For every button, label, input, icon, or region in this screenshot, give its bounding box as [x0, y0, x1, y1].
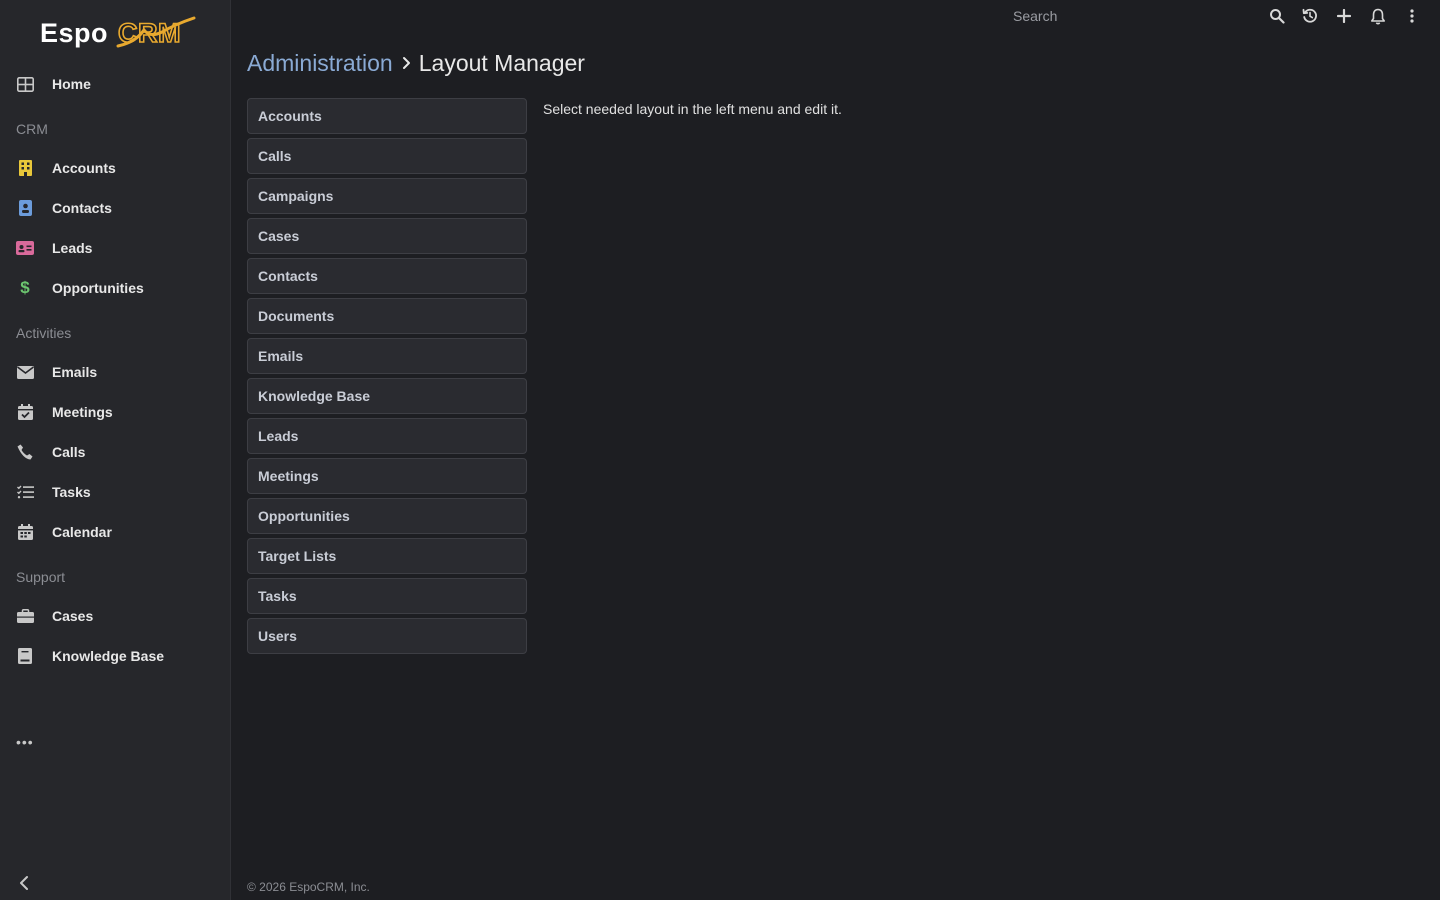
sidebar-item-emails[interactable]: Emails	[0, 354, 230, 390]
dollar-icon: $	[20, 278, 30, 297]
collapse-sidebar-icon[interactable]	[14, 872, 34, 894]
layout-item-documents[interactable]: Documents	[247, 298, 527, 334]
building-icon	[16, 159, 34, 177]
sidebar-item-tasks[interactable]: Tasks	[0, 474, 230, 510]
sidebar-item-label: Contacts	[52, 200, 112, 216]
layout-item-opportunities[interactable]: Opportunities	[247, 498, 527, 534]
layout-item-calls[interactable]: Calls	[247, 138, 527, 174]
logo-swoosh-icon	[116, 16, 196, 48]
layout-item-contacts[interactable]: Contacts	[247, 258, 527, 294]
breadcrumb-administration-link[interactable]: Administration	[247, 50, 393, 77]
layout-item-emails[interactable]: Emails	[247, 338, 527, 374]
nav-group-support: Support	[16, 569, 66, 585]
sidebar-item-cases[interactable]: Cases	[0, 598, 230, 634]
tasks-icon	[16, 483, 34, 501]
id-card-icon	[16, 239, 34, 257]
sidebar-item-accounts[interactable]: Accounts	[0, 150, 230, 186]
layout-item-tasks[interactable]: Tasks	[247, 578, 527, 614]
sidebar-item-label: Tasks	[52, 484, 91, 500]
search-icon[interactable]	[1267, 6, 1287, 26]
sidebar-item-calendar[interactable]: Calendar	[0, 514, 230, 550]
sidebar-item-meetings[interactable]: Meetings	[0, 394, 230, 430]
calendar-check-icon	[16, 403, 34, 421]
sidebar-item-opportunities[interactable]: $ Opportunities	[0, 270, 230, 306]
sidebar-item-label: Calls	[52, 444, 86, 460]
envelope-icon	[16, 363, 34, 381]
sidebar-item-label: Calendar	[52, 524, 112, 540]
nav-group-crm: CRM	[16, 121, 48, 137]
layout-hint-text: Select needed layout in the left menu an…	[543, 101, 842, 117]
sidebar-item-home[interactable]: Home	[0, 66, 230, 102]
footer-copyright: © 2026 EspoCRM, Inc.	[247, 880, 370, 894]
sidebar: Espo CRM Home CRM Accounts Contacts Lead…	[0, 0, 231, 900]
page-title: Layout Manager	[418, 49, 585, 76]
layout-item-meetings[interactable]: Meetings	[247, 458, 527, 494]
sidebar-item-label: Opportunities	[52, 280, 144, 296]
layout-item-target-lists[interactable]: Target Lists	[247, 538, 527, 574]
layout-item-campaigns[interactable]: Campaigns	[247, 178, 527, 214]
sidebar-item-label: Accounts	[52, 160, 116, 176]
sidebar-item-label: Leads	[52, 240, 93, 256]
sidebar-item-label: Emails	[52, 364, 98, 380]
book-icon	[16, 647, 34, 665]
sidebar-item-label: Meetings	[52, 404, 113, 420]
sidebar-item-label: Home	[52, 76, 91, 92]
sidebar-item-label: Cases	[52, 608, 94, 624]
espocrm-logo[interactable]: Espo CRM	[40, 14, 200, 54]
briefcase-icon	[16, 607, 34, 625]
home-grid-icon	[16, 75, 34, 93]
layout-item-users[interactable]: Users	[247, 618, 527, 654]
plus-icon[interactable]	[1334, 6, 1354, 26]
chevron-right-icon	[402, 56, 411, 70]
sidebar-item-label: Knowledge Base	[52, 648, 165, 664]
sidebar-item-leads[interactable]: Leads	[0, 230, 230, 266]
sidebar-item-contacts[interactable]: Contacts	[0, 190, 230, 226]
breadcrumb: Administration Layout Manager	[247, 48, 585, 78]
calendar-icon	[16, 523, 34, 541]
id-badge-icon	[16, 199, 34, 217]
more-menu-icon[interactable]: •••	[16, 734, 34, 750]
search-input[interactable]	[1003, 3, 1253, 29]
nav-group-activities: Activities	[16, 325, 72, 341]
layout-item-knowledge-base[interactable]: Knowledge Base	[247, 378, 527, 414]
sidebar-item-calls[interactable]: Calls	[0, 434, 230, 470]
layout-item-cases[interactable]: Cases	[247, 218, 527, 254]
layout-scope-list: Accounts Calls Campaigns Cases Contacts …	[247, 98, 527, 658]
phone-icon	[16, 443, 34, 461]
notifications-bell-icon[interactable]	[1368, 6, 1388, 26]
sidebar-item-knowledge-base[interactable]: Knowledge Base	[0, 638, 230, 674]
menu-kebab-icon[interactable]	[1402, 6, 1422, 26]
logo-text-espo: Espo	[40, 18, 109, 48]
layout-item-accounts[interactable]: Accounts	[247, 98, 527, 134]
history-icon[interactable]	[1300, 6, 1320, 26]
layout-item-leads[interactable]: Leads	[247, 418, 527, 454]
